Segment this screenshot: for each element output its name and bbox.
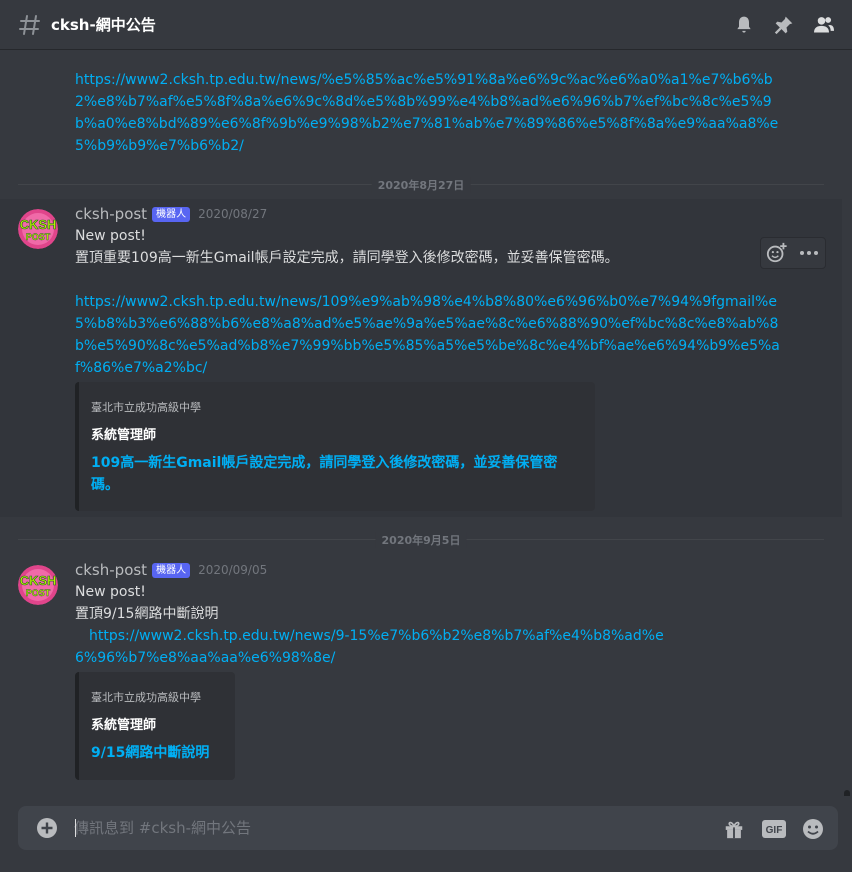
message-list[interactable]: https://www2.cksh.tp.edu.tw/news/%e5%85%… <box>0 51 852 796</box>
add-reaction-icon[interactable] <box>766 242 788 264</box>
message-item[interactable]: CKSH POST cksh-post 機器人 2020/08/27 New p… <box>0 199 842 517</box>
avatar[interactable]: CKSH POST <box>18 565 58 605</box>
embed-provider[interactable]: 臺北市立成功高級中學 <box>91 689 201 705</box>
message-item[interactable]: CKSH POST cksh-post 機器人 2020/09/05 New p… <box>0 555 842 787</box>
avatar-text-top: CKSH <box>20 217 57 232</box>
embed-author[interactable]: 系統管理師 <box>91 424 156 443</box>
date-divider: 2020年9月5日 <box>18 532 824 548</box>
pin-icon[interactable] <box>772 13 796 37</box>
message-header: cksh-post 機器人 2020/08/27 <box>75 205 267 223</box>
gif-label: GIF <box>766 825 783 836</box>
bell-icon[interactable] <box>732 13 756 37</box>
gif-icon[interactable]: GIF <box>762 817 786 841</box>
message-hover-toolbar <box>760 237 826 269</box>
date-divider-label: 2020年9月5日 <box>375 532 467 548</box>
message-link[interactable]: https://www2.cksh.tp.edu.tw/news/9-15%e7… <box>75 625 665 669</box>
message-link[interactable]: https://www2.cksh.tp.edu.tw/news/109%e9%… <box>75 291 787 379</box>
avatar-text-bottom: POST <box>26 588 51 598</box>
add-attachment-icon[interactable] <box>36 817 58 839</box>
date-divider-label: 2020年8月27日 <box>371 177 471 193</box>
bot-badge: 機器人 <box>152 206 191 222</box>
channel-name: cksh-網中公告 <box>51 16 156 34</box>
hashtag-icon <box>19 14 40 35</box>
message-text: 置頂9/15網路中斷說明 <box>75 606 219 622</box>
embed-title[interactable]: 109高一新生Gmail帳戶設定完成，請同學登入後修改密碼，並妥善保管密碼。 <box>91 452 581 496</box>
message-text: 置頂重要109高一新生Gmail帳戶設定完成，請同學登入後修改密碼，並妥善保管密… <box>75 250 619 266</box>
avatar-text-top: CKSH <box>20 573 57 588</box>
date-divider: 2020年8月27日 <box>18 177 824 193</box>
message-header: cksh-post 機器人 2020/09/05 <box>75 561 267 579</box>
link-embed: 臺北市立成功高級中學 系統管理師 109高一新生Gmail帳戶設定完成，請同學登… <box>75 382 595 511</box>
header-toolbar <box>732 0 852 50</box>
more-icon[interactable] <box>798 242 820 264</box>
embed-provider[interactable]: 臺北市立成功高級中學 <box>91 399 201 415</box>
message-composer: GIF <box>18 806 838 850</box>
author-name[interactable]: cksh-post <box>75 561 147 579</box>
avatar[interactable]: CKSH POST <box>18 209 58 249</box>
timestamp[interactable]: 2020/09/05 <box>198 563 267 577</box>
gift-icon[interactable] <box>722 817 746 841</box>
avatar-text-bottom: POST <box>26 232 51 242</box>
message-text: New post! <box>75 584 146 600</box>
members-icon[interactable] <box>812 13 836 37</box>
text-caret <box>75 819 76 837</box>
emoji-icon[interactable] <box>801 817 825 841</box>
message-text: New post! <box>75 228 146 244</box>
bot-badge: 機器人 <box>152 562 191 578</box>
scrollbar[interactable] <box>842 102 852 796</box>
scrollbar-thumb[interactable] <box>844 790 850 796</box>
embed-title[interactable]: 9/15網路中斷說明 <box>91 742 231 764</box>
embed-author[interactable]: 系統管理師 <box>91 714 156 733</box>
message-link[interactable]: https://www2.cksh.tp.edu.tw/news/%e5%85%… <box>75 69 785 157</box>
message-input[interactable] <box>74 806 674 850</box>
channel-header: cksh-網中公告 <box>0 0 852 50</box>
timestamp[interactable]: 2020/08/27 <box>198 207 267 221</box>
link-embed: 臺北市立成功高級中學 系統管理師 9/15網路中斷說明 <box>75 672 235 780</box>
author-name[interactable]: cksh-post <box>75 205 147 223</box>
